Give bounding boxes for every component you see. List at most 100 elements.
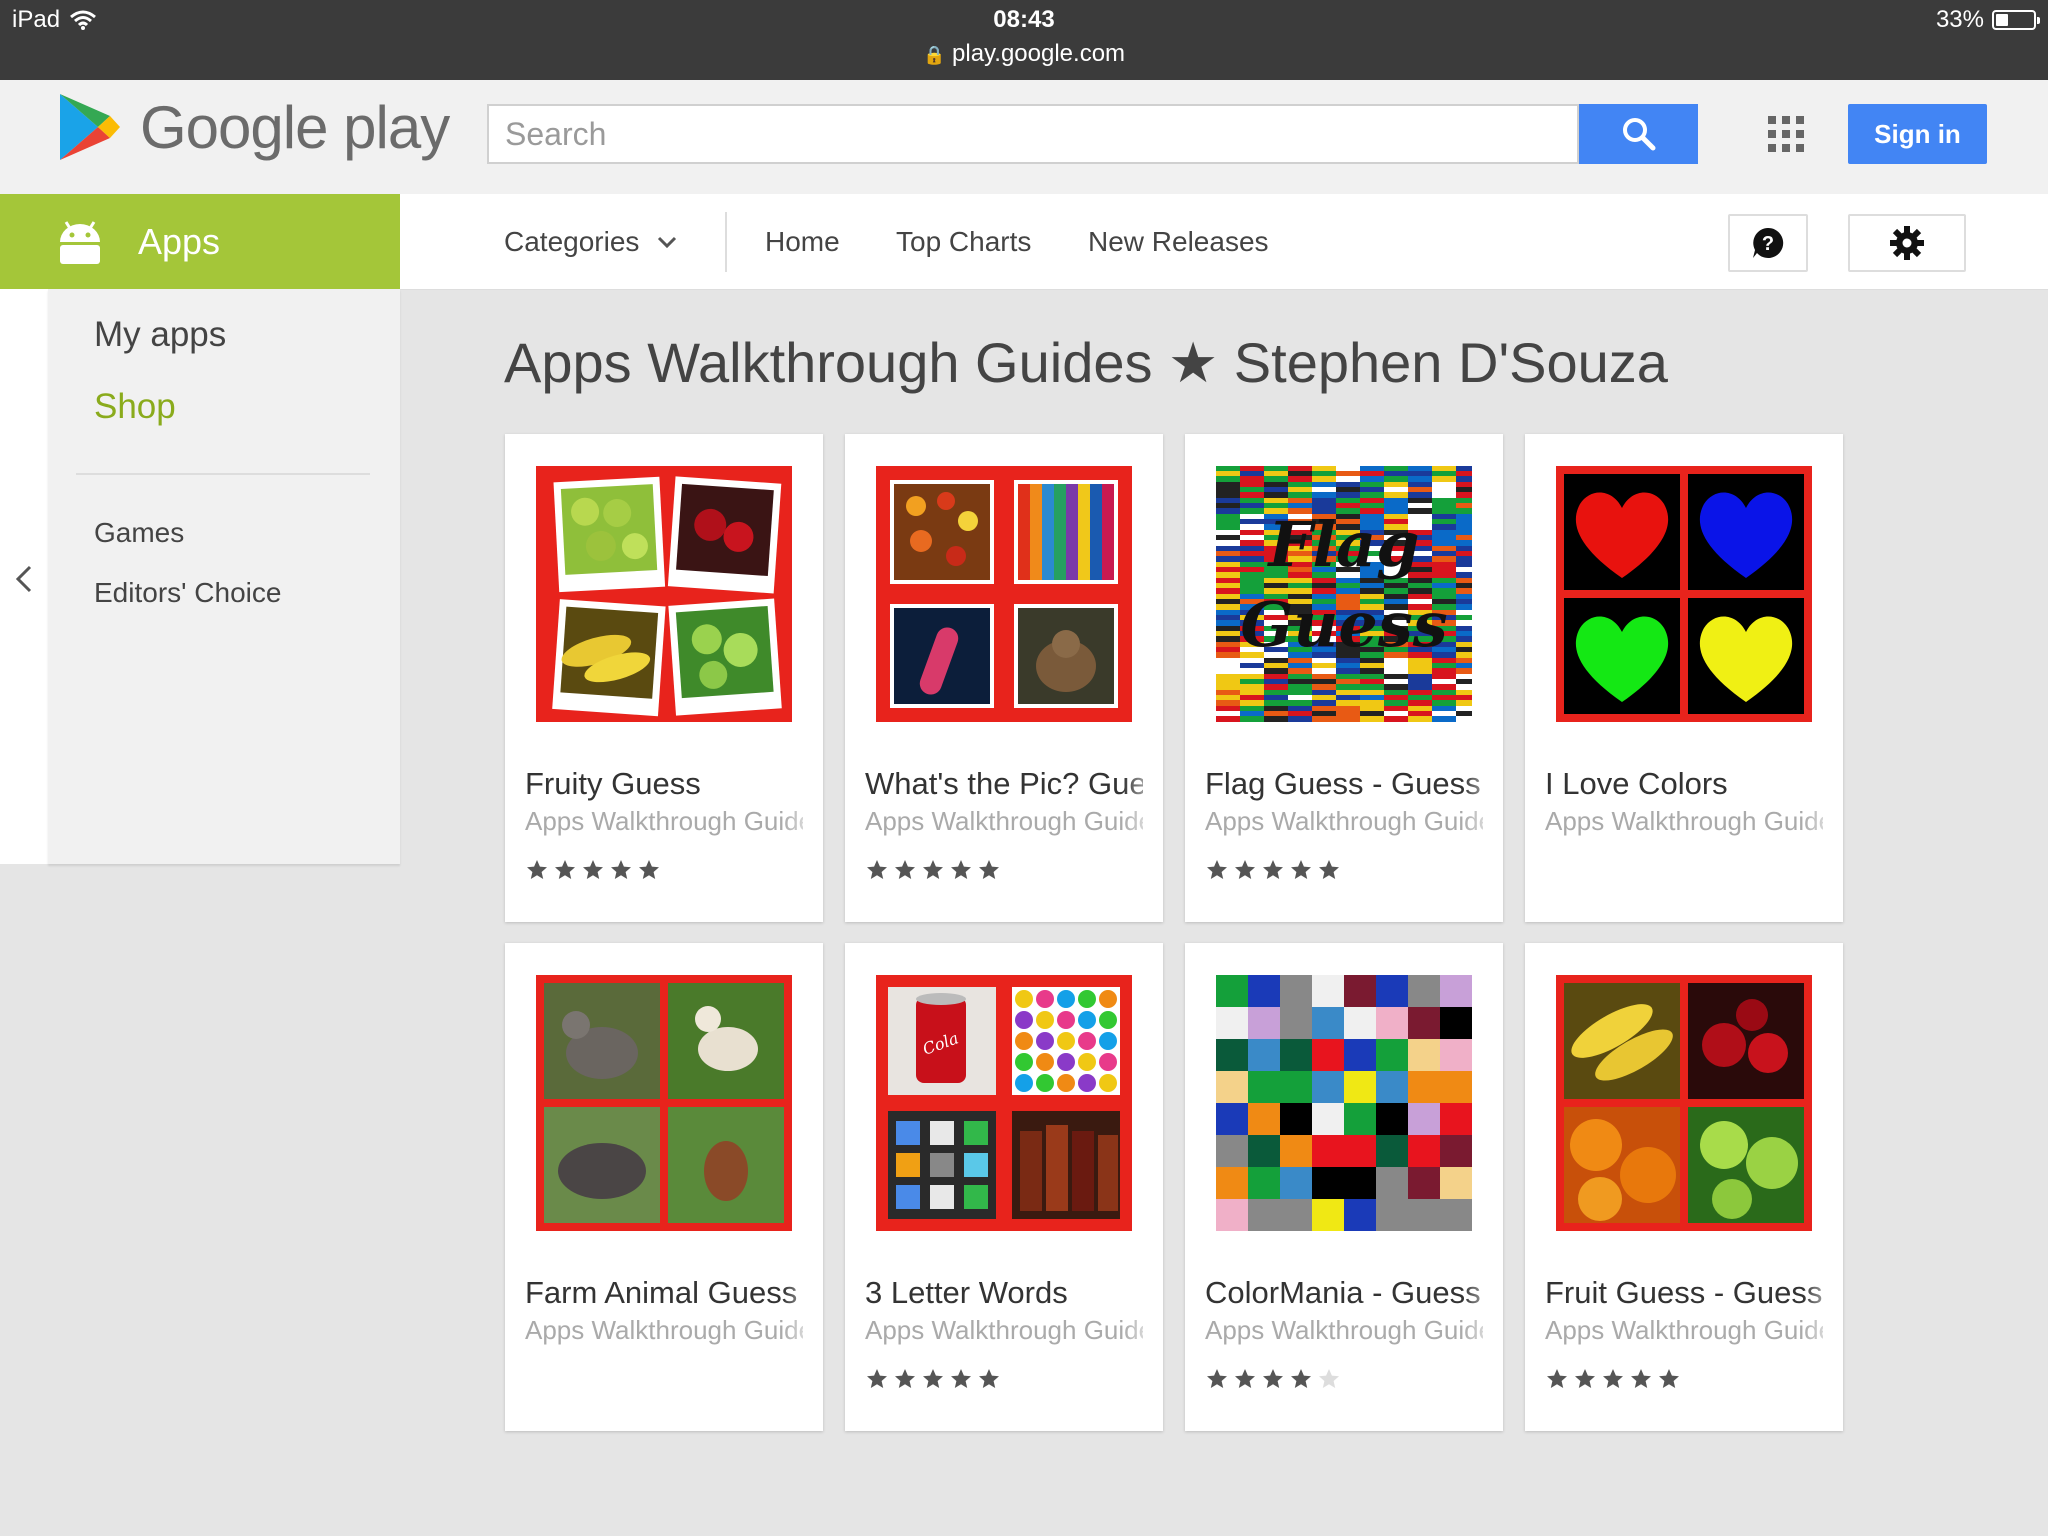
- app-title[interactable]: I Love Colors: [1545, 766, 1823, 802]
- star-filled-icon: [949, 858, 973, 882]
- star-filled-icon: [865, 1367, 889, 1391]
- app-card[interactable]: Fruity Guess Apps Walkthrough Guides: [505, 434, 823, 922]
- battery-percent: 33%: [1936, 6, 1984, 34]
- sidebar-item-editors-choice[interactable]: Editors' Choice: [94, 577, 281, 609]
- battery-fill: [1996, 14, 2008, 26]
- app-thumbnail: [1216, 975, 1472, 1231]
- search-button[interactable]: [1579, 104, 1698, 164]
- star-filled-icon: [637, 858, 661, 882]
- help-button[interactable]: ?: [1728, 214, 1808, 272]
- star-filled-icon: [1545, 1367, 1569, 1391]
- star-filled-icon: [1289, 858, 1313, 882]
- star-filled-icon: [1205, 1367, 1229, 1391]
- star-rating: [1205, 858, 1341, 882]
- status-bar: iPad 08:43 🔒 play.google.com 33%: [0, 0, 2048, 80]
- app-card[interactable]: Farm Animal Guess Apps Walkthrough Guide…: [505, 943, 823, 1431]
- app-title[interactable]: Flag Guess - Guess: [1205, 766, 1483, 802]
- app-thumbnail: [1556, 466, 1812, 722]
- app-developer[interactable]: Apps Walkthrough Guides: [1205, 806, 1483, 837]
- svg-text:?: ?: [1762, 233, 1774, 255]
- url-text: play.google.com: [952, 40, 1125, 67]
- app-card[interactable]: Fruit Guess - Guess Apps Walkthrough Gui…: [1525, 943, 1843, 1431]
- app-developer[interactable]: Apps Walkthrough Guides: [865, 806, 1143, 837]
- battery-icon: [1992, 10, 2036, 30]
- app-card[interactable]: Flag Guess Flag Guess - Guess Apps Walkt…: [1185, 434, 1503, 922]
- star-rating: [1205, 1367, 1341, 1391]
- star-filled-icon: [977, 858, 1001, 882]
- star-filled-icon: [1261, 1367, 1285, 1391]
- header: Google play Sign in: [0, 80, 2048, 194]
- android-icon: [56, 220, 104, 264]
- app-developer[interactable]: Apps Walkthrough Guides: [525, 1315, 803, 1346]
- star-empty-icon: [1317, 1367, 1341, 1391]
- url-bar[interactable]: 🔒 play.google.com: [0, 40, 2048, 68]
- star-filled-icon: [1233, 1367, 1257, 1391]
- app-thumbnail: Cola: [876, 975, 1132, 1231]
- sidebar-item-my-apps[interactable]: My apps: [94, 315, 226, 355]
- sidebar-collapse-strip[interactable]: [0, 289, 49, 864]
- lock-icon: 🔒: [923, 45, 945, 65]
- nav-new-releases[interactable]: New Releases: [1088, 194, 1269, 289]
- help-icon: ?: [1751, 226, 1785, 260]
- svg-text:Guess: Guess: [1240, 588, 1447, 661]
- app-card[interactable]: I Love Colors Apps Walkthrough Guides: [1525, 434, 1843, 922]
- play-triangle-icon: [58, 92, 122, 162]
- chevron-left-icon[interactable]: [12, 563, 38, 595]
- star-rating: [865, 858, 1001, 882]
- app-thumbnail: [876, 466, 1132, 722]
- categories-label: Categories: [504, 226, 639, 258]
- star-rating: [525, 858, 661, 882]
- app-card[interactable]: Cola 3 Letter Words Apps Walkthrough Gui…: [845, 943, 1163, 1431]
- star-filled-icon: [1657, 1367, 1681, 1391]
- app-title[interactable]: What's the Pic? Guess: [865, 766, 1143, 802]
- categories-dropdown[interactable]: Categories: [504, 194, 677, 289]
- star-filled-icon: [977, 1367, 1001, 1391]
- google-play-logo[interactable]: Google play: [58, 92, 449, 162]
- star-filled-icon: [865, 858, 889, 882]
- star-filled-icon: [1233, 858, 1257, 882]
- app-card[interactable]: ColorMania - Guess Apps Walkthrough Guid…: [1185, 943, 1503, 1431]
- settings-button[interactable]: [1848, 214, 1966, 272]
- app-title[interactable]: Farm Animal Guess: [525, 1275, 803, 1311]
- nav-bar: Apps Categories Home Top Charts New Rele…: [0, 194, 2048, 290]
- sidebar-divider: [76, 473, 370, 475]
- sidebar: My apps Shop Games Editors' Choice: [48, 289, 400, 864]
- search-input[interactable]: [487, 104, 1579, 164]
- chevron-down-icon: [657, 235, 677, 249]
- star-filled-icon: [921, 1367, 945, 1391]
- app-developer[interactable]: Apps Walkthrough Guides: [865, 1315, 1143, 1346]
- app-title[interactable]: 3 Letter Words: [865, 1275, 1143, 1311]
- apps-grid-icon[interactable]: [1768, 116, 1804, 152]
- star-filled-icon: [1317, 858, 1341, 882]
- nav-top-charts[interactable]: Top Charts: [896, 194, 1031, 289]
- star-filled-icon: [1205, 858, 1229, 882]
- nav-home[interactable]: Home: [765, 194, 840, 289]
- star-rating: [1545, 1367, 1681, 1391]
- sidebar-item-shop[interactable]: Shop: [94, 387, 176, 427]
- star-filled-icon: [949, 1367, 973, 1391]
- tab-apps-label: Apps: [138, 221, 220, 263]
- star-filled-icon: [1289, 1367, 1313, 1391]
- app-developer[interactable]: Apps Walkthrough Guides: [1545, 1315, 1823, 1346]
- sidebar-item-games[interactable]: Games: [94, 517, 184, 549]
- logo-text: Google play: [140, 93, 449, 162]
- nav-divider: [725, 212, 727, 272]
- app-card[interactable]: What's the Pic? Guess Apps Walkthrough G…: [845, 434, 1163, 922]
- app-developer[interactable]: Apps Walkthrough Guides: [525, 806, 803, 837]
- app-title[interactable]: Fruity Guess: [525, 766, 803, 802]
- sign-in-button[interactable]: Sign in: [1848, 104, 1987, 164]
- app-title[interactable]: ColorMania - Guess: [1205, 1275, 1483, 1311]
- clock: 08:43: [0, 6, 2048, 34]
- star-filled-icon: [553, 858, 577, 882]
- star-filled-icon: [893, 858, 917, 882]
- star-filled-icon: [1261, 858, 1285, 882]
- gear-icon: [1889, 225, 1925, 261]
- tab-apps[interactable]: Apps: [0, 194, 400, 289]
- star-filled-icon: [581, 858, 605, 882]
- app-developer[interactable]: Apps Walkthrough Guides: [1545, 806, 1823, 837]
- app-developer[interactable]: Apps Walkthrough Guides: [1205, 1315, 1483, 1346]
- star-filled-icon: [525, 858, 549, 882]
- star-filled-icon: [1629, 1367, 1653, 1391]
- app-thumbnail: [536, 975, 792, 1231]
- app-title[interactable]: Fruit Guess - Guess: [1545, 1275, 1823, 1311]
